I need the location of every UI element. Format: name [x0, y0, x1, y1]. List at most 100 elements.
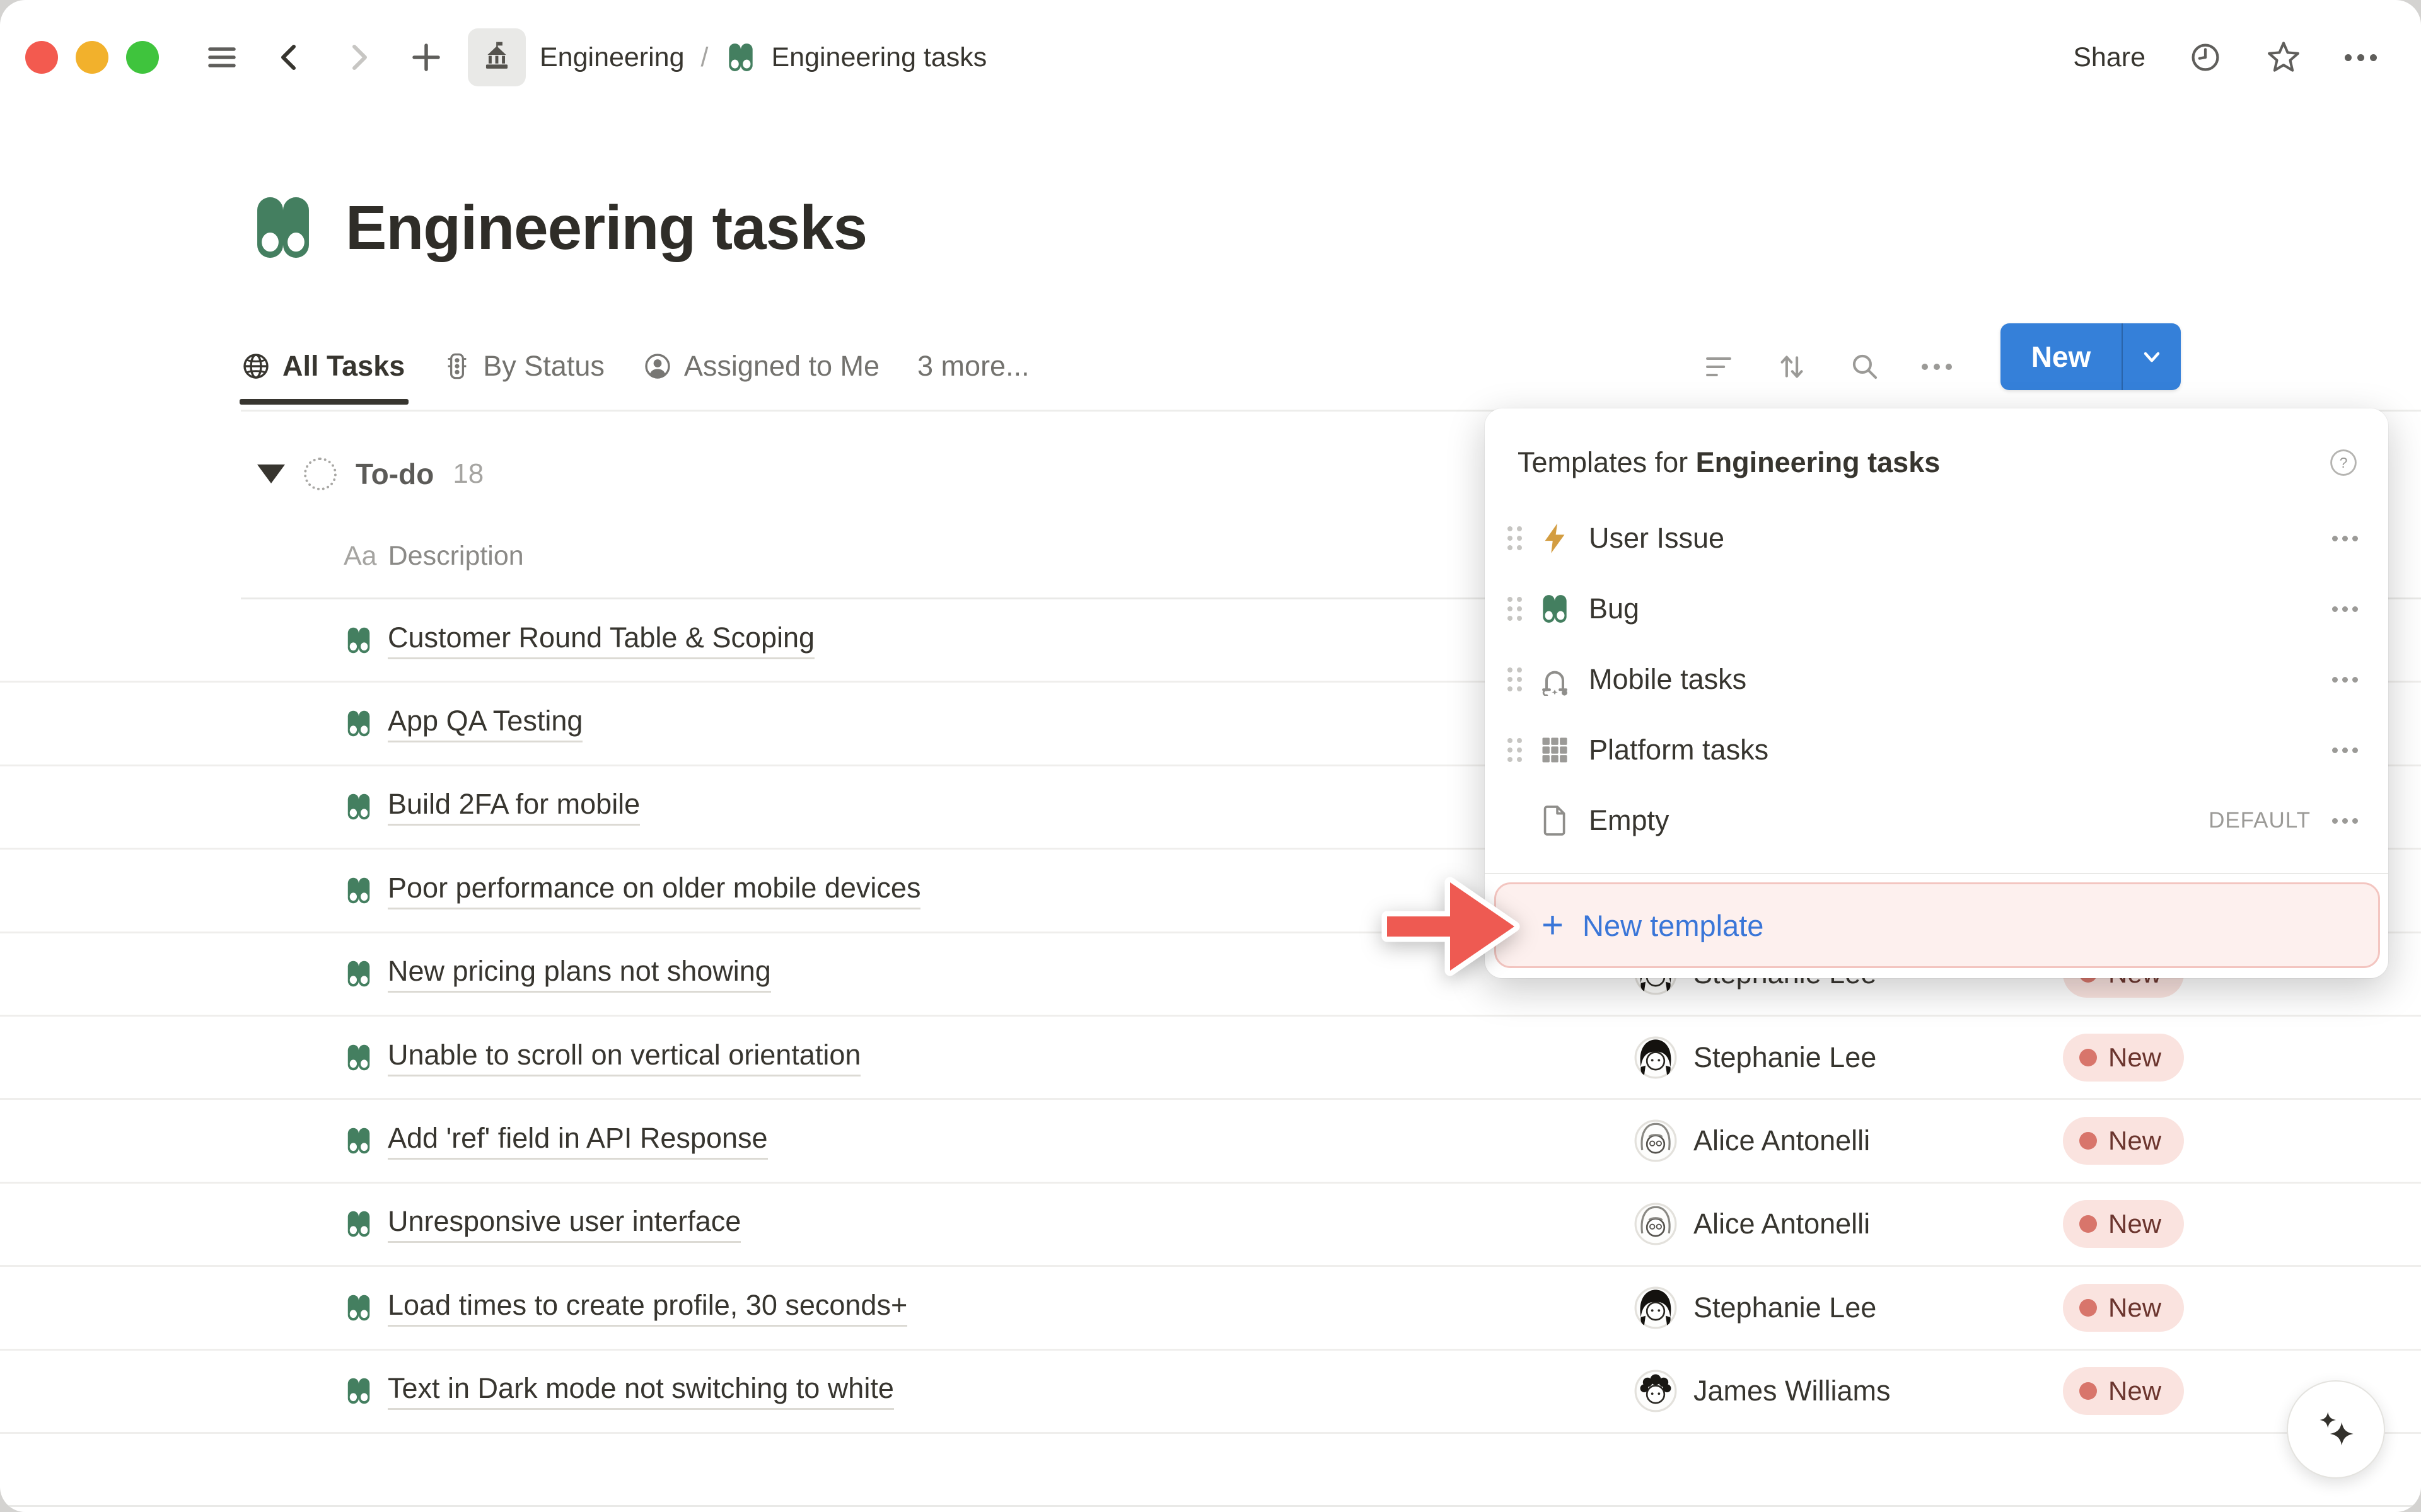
status-cell[interactable]: New	[2063, 1200, 2184, 1248]
drag-handle-icon[interactable]	[1507, 597, 1522, 621]
binoculars-icon	[344, 625, 374, 655]
drag-handle-icon[interactable]	[1507, 738, 1522, 762]
more-icon[interactable]	[2332, 536, 2358, 541]
back-icon[interactable]	[274, 41, 306, 74]
breadcrumb-workspace[interactable]: Engineering	[540, 42, 685, 73]
column-header-description[interactable]: Aa Description	[344, 541, 524, 572]
more-icon[interactable]	[1922, 364, 1952, 370]
new-button[interactable]: New	[2000, 323, 2181, 390]
status-label: New	[2108, 1293, 2161, 1323]
template-item[interactable]: Empty DEFAULT	[1485, 785, 2388, 856]
template-icon	[1538, 663, 1571, 696]
template-icon	[1538, 592, 1571, 625]
status-cell[interactable]: New	[2063, 1284, 2184, 1332]
star-icon[interactable]	[2265, 39, 2302, 76]
chevron-down-icon[interactable]	[2123, 323, 2181, 390]
tab-all-tasks[interactable]: All Tasks	[241, 328, 405, 405]
ai-sparkle-button[interactable]	[2287, 1380, 2385, 1479]
assignee-cell[interactable]: Alice Antonelli	[1634, 1119, 1870, 1162]
template-list: User Issue Bug Mobile tasks	[1485, 503, 2388, 856]
table-row[interactable]: Load times to create profile, 30 seconds…	[0, 1267, 2421, 1350]
new-template-button[interactable]: + New template	[1494, 882, 2380, 968]
task-title[interactable]: Build 2FA for mobile	[388, 788, 640, 826]
breadcrumb: Engineering / Engineering tasks	[468, 28, 987, 86]
assignee-cell[interactable]: Alice Antonelli	[1634, 1203, 1870, 1245]
page-header: Engineering tasks	[247, 192, 867, 263]
template-item[interactable]: Mobile tasks	[1485, 644, 2388, 715]
minimize-button[interactable]	[76, 41, 108, 74]
more-icon[interactable]	[2332, 677, 2358, 683]
table-row[interactable]: Text in Dark mode not switching to white…	[0, 1351, 2421, 1434]
traffic-lights	[25, 41, 159, 74]
collapse-triangle-icon[interactable]	[257, 465, 285, 483]
task-title[interactable]: Add 'ref' field in API Response	[388, 1122, 768, 1160]
clock-icon[interactable]	[2188, 40, 2222, 74]
more-icon[interactable]	[2332, 606, 2358, 612]
search-icon[interactable]	[1849, 350, 1881, 383]
tab-assigned-to-me[interactable]: Assigned to Me	[642, 328, 880, 405]
task-title[interactable]: Text in Dark mode not switching to white	[388, 1372, 894, 1410]
group-count: 18	[453, 458, 484, 490]
table-row[interactable]: Unable to scroll on vertical orientation…	[0, 1017, 2421, 1100]
status-label: New	[2108, 1042, 2161, 1073]
status-badge: New	[2063, 1367, 2184, 1415]
zoom-button[interactable]	[126, 41, 159, 74]
task-title[interactable]: App QA Testing	[388, 705, 583, 742]
table-row[interactable]: Add 'ref' field in API Response Alice An…	[0, 1100, 2421, 1183]
assignee-name: Alice Antonelli	[1693, 1208, 1870, 1240]
new-button-label[interactable]: New	[2000, 323, 2122, 390]
filter-icon[interactable]	[1702, 350, 1735, 383]
group-name[interactable]: To-do	[356, 457, 434, 491]
forward-icon[interactable]	[342, 41, 374, 74]
drag-handle-icon[interactable]	[1507, 667, 1522, 691]
template-label: Mobile tasks	[1589, 663, 2332, 696]
table-row[interactable]: Unresponsive user interface Alice Antone…	[0, 1184, 2421, 1267]
page-title[interactable]: Engineering tasks	[345, 192, 867, 263]
tab-by-status[interactable]: By Status	[443, 328, 605, 405]
building-icon	[480, 41, 513, 74]
task-title[interactable]: Load times to create profile, 30 seconds…	[388, 1289, 907, 1327]
share-button[interactable]: Share	[2073, 42, 2145, 73]
hamburger-icon[interactable]	[206, 41, 238, 74]
template-item[interactable]: User Issue	[1485, 503, 2388, 574]
avatar	[1634, 1119, 1677, 1162]
task-title[interactable]: New pricing plans not showing	[388, 955, 771, 993]
assignee-cell[interactable]: James Williams	[1634, 1370, 1891, 1412]
binoculars-icon	[344, 959, 374, 989]
template-item[interactable]: Bug	[1485, 574, 2388, 644]
close-button[interactable]	[25, 41, 58, 74]
status-cell[interactable]: New	[2063, 1034, 2184, 1082]
template-item[interactable]: Platform tasks	[1485, 715, 2388, 785]
task-title[interactable]: Customer Round Table & Scoping	[388, 621, 815, 659]
page-bottom-divider	[0, 1505, 2421, 1507]
tab-label: Assigned to Me	[684, 350, 880, 383]
status-dot-icon	[2079, 1382, 2097, 1400]
binoculars-icon[interactable]	[247, 192, 319, 263]
status-dot-icon	[2079, 1049, 2097, 1066]
status-cell[interactable]: New	[2063, 1367, 2184, 1415]
question-icon[interactable]: ?	[2329, 448, 2358, 477]
avatar	[1634, 1370, 1677, 1412]
sort-icon[interactable]	[1775, 350, 1808, 383]
avatar	[1634, 1036, 1677, 1079]
task-title[interactable]: Unresponsive user interface	[388, 1205, 741, 1243]
new-page-icon[interactable]	[410, 41, 443, 74]
status-cell[interactable]: New	[2063, 1117, 2184, 1165]
tab-label: 3 more...	[917, 350, 1030, 383]
template-icon	[1538, 804, 1571, 837]
svg-text:?: ?	[2340, 454, 2348, 471]
workspace-chip[interactable]	[468, 28, 526, 86]
status-badge: New	[2063, 1284, 2184, 1332]
more-icon[interactable]	[2332, 747, 2358, 753]
more-icon[interactable]	[2332, 818, 2358, 824]
globe-icon	[241, 351, 271, 381]
more-icon[interactable]	[2345, 54, 2377, 61]
drag-handle-icon[interactable]	[1507, 526, 1522, 550]
task-title[interactable]: Unable to scroll on vertical orientation	[388, 1039, 861, 1076]
assignee-cell[interactable]: Stephanie Lee	[1634, 1286, 1876, 1329]
task-title[interactable]: Poor performance on older mobile devices	[388, 872, 920, 909]
tab-more-views[interactable]: 3 more...	[917, 328, 1030, 405]
assignee-cell[interactable]: Stephanie Lee	[1634, 1036, 1876, 1079]
annotation-arrow-icon	[1373, 872, 1524, 981]
breadcrumb-page[interactable]: Engineering tasks	[771, 42, 987, 73]
